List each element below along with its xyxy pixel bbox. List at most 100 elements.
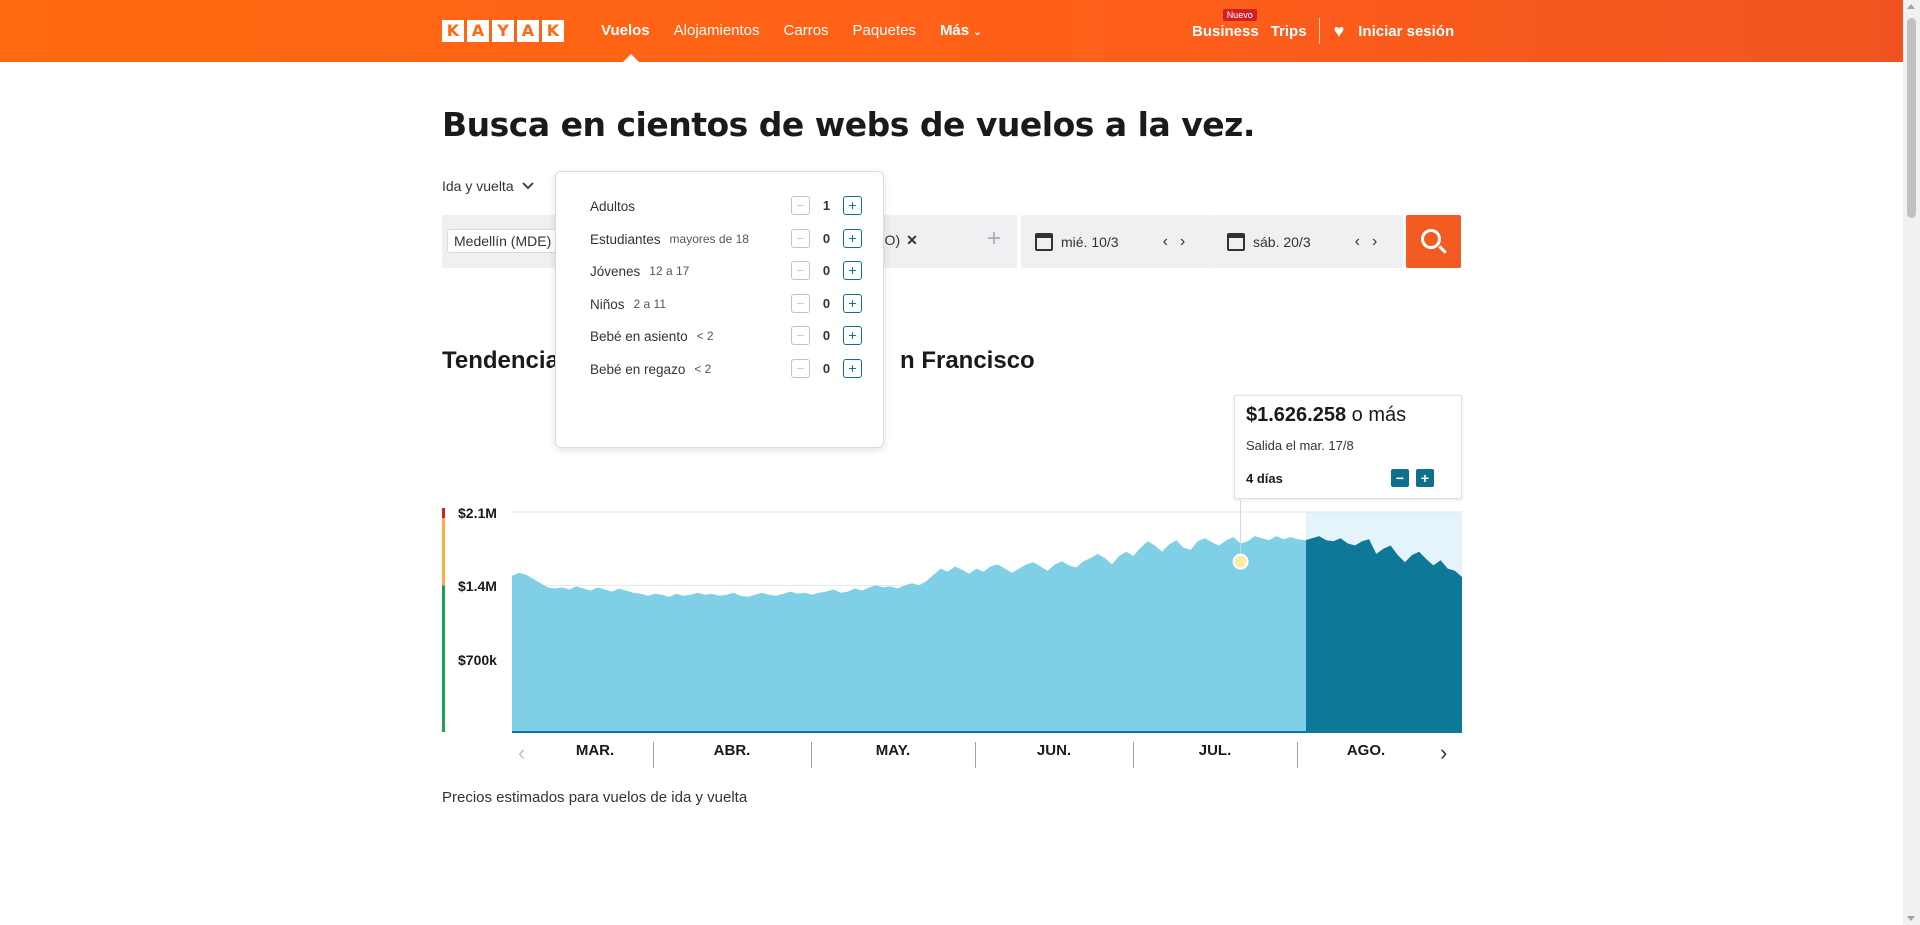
kayak-logo[interactable]: K A Y A K (442, 20, 564, 42)
passenger-stepper: −0 + (791, 326, 862, 345)
nav-divider (1318, 18, 1320, 44)
decrease-days-button[interactable]: − (1391, 469, 1409, 487)
passenger-type-label: Bebé en asiento (590, 328, 688, 344)
logo-letter: A (517, 20, 539, 42)
business-link[interactable]: Business Nuevo (1192, 8, 1271, 40)
passenger-count: 0 (822, 328, 831, 343)
nav-more[interactable]: Más ⌄ (928, 0, 994, 62)
increase-days-button[interactable]: + (1416, 469, 1434, 487)
decrease-button[interactable]: − (791, 326, 810, 345)
add-destination-icon[interactable]: + (987, 227, 1001, 251)
increase-button[interactable]: + (843, 359, 862, 378)
return-date: sáb. 20/3 (1253, 233, 1311, 250)
y-tick-label: $2.1M (458, 505, 497, 521)
passenger-count: 0 (822, 296, 831, 311)
month-label[interactable]: AGO. (1347, 742, 1385, 759)
page-title: Busca en cientos de webs de vuelos a la … (442, 105, 1255, 144)
chevron-right-icon[interactable]: › (1180, 233, 1185, 251)
decrease-button[interactable]: − (791, 196, 810, 215)
chevron-left-icon[interactable]: ‹ (1355, 233, 1360, 251)
increase-button[interactable]: + (843, 294, 862, 313)
passenger-type-label: Estudiantes (590, 231, 661, 247)
logo-letter: A (467, 20, 489, 42)
decrease-button[interactable]: − (791, 294, 810, 313)
origin-chip[interactable]: Medellín (MDE) (447, 229, 559, 253)
scale-bar-low (442, 585, 445, 732)
selected-point (1232, 553, 1249, 570)
tooltip-depart: Salida el mar. 17/8 (1246, 438, 1354, 453)
business-label: Business (1192, 22, 1259, 40)
trip-type-label: Ida y vuelta (442, 178, 514, 194)
passenger-stepper: −0 + (791, 359, 862, 378)
scale-bar-high (442, 508, 445, 518)
nav-cars[interactable]: Carros (772, 0, 841, 62)
month-divider (1133, 742, 1134, 768)
increase-button[interactable]: + (843, 261, 862, 280)
month-divider (811, 742, 812, 768)
trip-type-dropdown[interactable]: Ida y vuelta (442, 178, 534, 194)
search-button[interactable] (1406, 215, 1461, 268)
passenger-age-label: < 2 (694, 362, 712, 376)
trend-title-end: n Francisco (900, 347, 1035, 374)
nav-flights[interactable]: Vuelos (601, 0, 662, 62)
trips-link[interactable]: Trips (1271, 23, 1319, 40)
scroll-up-arrow[interactable] (1907, 4, 1915, 9)
main-nav: Vuelos Alojamientos Carros Paquetes Más … (601, 0, 994, 62)
trend-title-start: Tendencia (442, 347, 559, 374)
month-divider (653, 742, 654, 768)
scroll-thumb[interactable] (1907, 18, 1916, 218)
scroll-down-arrow[interactable] (1907, 916, 1915, 921)
passenger-type-label: Jóvenes (590, 263, 641, 279)
passenger-row: Niños 2 a 11 −0 + (590, 294, 862, 314)
close-icon[interactable]: ✕ (906, 232, 918, 248)
logo-letter: Y (492, 20, 514, 42)
chevron-left-icon[interactable]: ‹ (1163, 233, 1168, 251)
y-tick-label: $700k (458, 652, 497, 668)
passenger-stepper: −0 + (791, 261, 862, 280)
month-label[interactable]: JUN. (1037, 742, 1071, 759)
passenger-age-label: < 2 (696, 329, 714, 343)
passenger-stepper: −1 + (791, 196, 862, 215)
passenger-count: 0 (822, 263, 831, 278)
logo-letter: K (542, 20, 564, 42)
calendar-icon (1227, 232, 1245, 251)
decrease-button[interactable]: − (791, 359, 810, 378)
passenger-count: 0 (822, 231, 831, 246)
passenger-stepper: −0 + (791, 229, 862, 248)
month-label[interactable]: JUL. (1199, 742, 1232, 759)
increase-button[interactable]: + (843, 229, 862, 248)
chevron-right-icon[interactable]: › (1440, 740, 1447, 766)
nav-packages[interactable]: Paquetes (841, 0, 928, 62)
tooltip-days: 4 días (1246, 471, 1283, 486)
top-header: K A Y A K Vuelos Alojamientos Carros Paq… (0, 0, 1903, 62)
depart-date-field[interactable]: mié. 10/3 ‹ › (1021, 215, 1213, 268)
passenger-count: 0 (822, 361, 831, 376)
passengers-popup: Adultos −1 + Estudiantes mayores de 18−0 + Jóv… (555, 171, 884, 448)
login-link[interactable]: Iniciar sesión (1358, 23, 1454, 40)
passenger-row: Adultos −1 + (590, 196, 862, 216)
price-note: Precios estimados para vuelos de ida y v… (442, 789, 748, 806)
heart-icon[interactable]: ♥ (1334, 22, 1345, 40)
chevron-right-icon[interactable]: › (1372, 233, 1377, 251)
passenger-type-label: Adultos (590, 198, 636, 214)
nav-stays[interactable]: Alojamientos (662, 0, 772, 62)
increase-button[interactable]: + (843, 196, 862, 215)
chevron-down-icon (521, 182, 534, 190)
tooltip-price-suffix: o más (1351, 404, 1407, 426)
month-label[interactable]: MAY. (876, 742, 910, 759)
decrease-button[interactable]: − (791, 261, 810, 280)
price-trend-chart[interactable] (440, 500, 1464, 735)
decrease-button[interactable]: − (791, 229, 810, 248)
month-label[interactable]: ABR. (714, 742, 751, 759)
passenger-age-label: 12 a 17 (649, 264, 690, 278)
tooltip-price: $1.626.258 o más (1246, 404, 1406, 427)
search-icon (1421, 229, 1441, 249)
passenger-age-label: 2 a 11 (633, 297, 666, 311)
page-scrollbar[interactable] (1903, 0, 1920, 925)
month-label[interactable]: MAR. (576, 742, 614, 759)
return-date-field[interactable]: sáb. 20/3 ‹ › (1213, 215, 1403, 268)
increase-button[interactable]: + (843, 326, 862, 345)
passenger-row: Bebé en asiento < 2 −0 + (590, 326, 862, 346)
month-divider (975, 742, 976, 768)
calendar-icon (1035, 232, 1053, 251)
